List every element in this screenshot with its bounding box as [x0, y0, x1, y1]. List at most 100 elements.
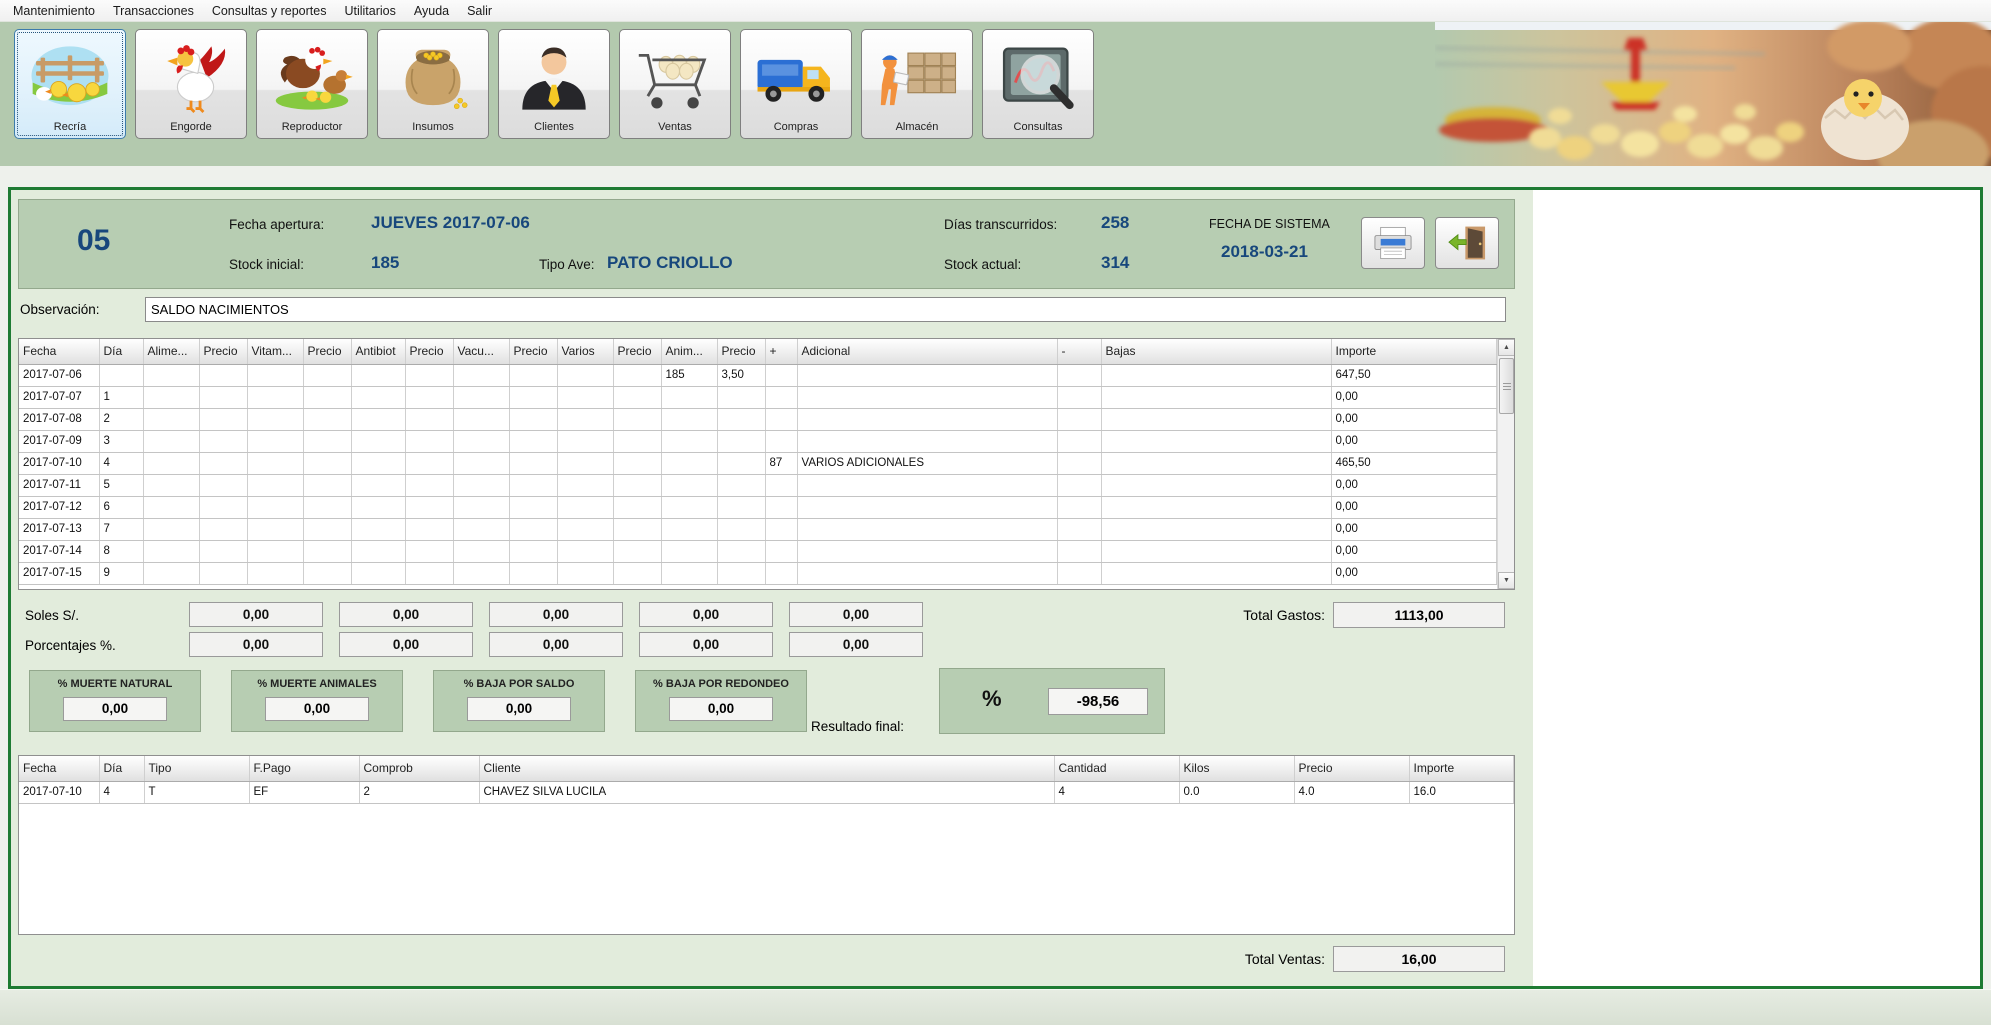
toolbar-button[interactable]: Reproductor	[256, 29, 368, 139]
column-header[interactable]: Alime...	[143, 339, 199, 364]
cell	[1057, 408, 1101, 430]
toolbar-button[interactable]: Insumos	[377, 29, 489, 139]
table-row[interactable]: 2017-07-104TEF2CHAVEZ SILVA LUCILA40.04.…	[19, 781, 1514, 803]
toolbar-button-label: Reproductor	[282, 121, 343, 133]
column-header[interactable]: Comprob	[359, 756, 479, 781]
cell	[1057, 562, 1101, 584]
cell	[247, 474, 303, 496]
column-header[interactable]: Cliente	[479, 756, 1054, 781]
total-ventas-label: Total Ventas:	[1131, 951, 1325, 967]
soles-value-box: 0,00	[789, 602, 923, 627]
toolbar-button[interactable]: Consultas	[982, 29, 1094, 139]
table-row[interactable]: 2017-07-1370,00	[19, 518, 1497, 540]
menu-item[interactable]: Transacciones	[104, 1, 203, 21]
percent-box-label: % MUERTE NATURAL	[30, 678, 200, 690]
table-row[interactable]: 2017-07-0930,00	[19, 430, 1497, 452]
column-header[interactable]: Precio	[717, 339, 765, 364]
column-header[interactable]: Importe	[1409, 756, 1514, 781]
table-row[interactable]: 2017-07-1150,00	[19, 474, 1497, 496]
column-header[interactable]: Importe	[1331, 339, 1497, 364]
porcentajes-values-row: 0,000,000,000,000,00	[189, 632, 923, 657]
cell: 0,00	[1331, 474, 1497, 496]
scroll-up-icon[interactable]: ▲	[1498, 339, 1515, 356]
cell	[797, 540, 1057, 562]
column-header[interactable]: Tipo	[144, 756, 249, 781]
percent-box: % MUERTE NATURAL 0,00	[29, 670, 201, 732]
cell	[797, 386, 1057, 408]
cell	[717, 474, 765, 496]
column-header[interactable]: Antibiot	[351, 339, 405, 364]
toolbar-button[interactable]: Almacén	[861, 29, 973, 139]
menu-item[interactable]: Mantenimiento	[4, 1, 104, 21]
column-header[interactable]: Precio	[1294, 756, 1409, 781]
toolbar-button[interactable]: Compras	[740, 29, 852, 139]
column-header[interactable]: F.Pago	[249, 756, 359, 781]
scrollbar-thumb[interactable]	[1499, 358, 1514, 414]
table-row[interactable]: 2017-07-0820,00	[19, 408, 1497, 430]
porcentaje-value-box: 0,00	[639, 632, 773, 657]
porcentaje-value-box: 0,00	[339, 632, 473, 657]
toolbar-button[interactable]: Ventas	[619, 29, 731, 139]
cell	[509, 474, 557, 496]
column-header[interactable]: Adicional	[797, 339, 1057, 364]
menu-item[interactable]: Ayuda	[405, 1, 458, 21]
cell	[1057, 496, 1101, 518]
expenses-table: FechaDíaAlime...PrecioVitam...PrecioAnti…	[19, 339, 1497, 585]
cell	[351, 364, 405, 386]
scroll-down-icon[interactable]: ▼	[1498, 572, 1515, 589]
observacion-input[interactable]: SALDO NACIMIENTOS	[145, 297, 1506, 322]
column-header[interactable]: Precio	[405, 339, 453, 364]
column-header[interactable]: Precio	[303, 339, 351, 364]
column-header[interactable]: Precio	[199, 339, 247, 364]
column-header[interactable]: Día	[99, 756, 144, 781]
menu-item[interactable]: Utilitarios	[335, 1, 404, 21]
column-header[interactable]: Anim...	[661, 339, 717, 364]
exit-button[interactable]	[1435, 217, 1499, 269]
cell: 8	[99, 540, 143, 562]
column-header[interactable]: Varios	[557, 339, 613, 364]
cell	[199, 496, 247, 518]
menu-item[interactable]: Consultas y reportes	[203, 1, 336, 21]
column-header[interactable]: Precio	[509, 339, 557, 364]
column-header[interactable]: Fecha	[19, 756, 99, 781]
cell	[303, 562, 351, 584]
table-row[interactable]: 2017-07-061853,50647,50	[19, 364, 1497, 386]
column-header[interactable]: Cantidad	[1054, 756, 1179, 781]
cell	[351, 452, 405, 474]
column-header[interactable]: Día	[99, 339, 143, 364]
toolbar-button[interactable]: Clientes	[498, 29, 610, 139]
column-header[interactable]: -	[1057, 339, 1101, 364]
cell	[247, 540, 303, 562]
cell	[1057, 430, 1101, 452]
cell	[1101, 364, 1331, 386]
column-header[interactable]: Vitam...	[247, 339, 303, 364]
cell: 4	[1054, 781, 1179, 803]
cell	[453, 452, 509, 474]
column-header[interactable]: Bajas	[1101, 339, 1331, 364]
toolbar-button-label: Ventas	[658, 121, 692, 133]
table-row[interactable]: 2017-07-1260,00	[19, 496, 1497, 518]
cell	[509, 540, 557, 562]
column-header[interactable]: Kilos	[1179, 756, 1294, 781]
table-row[interactable]: 2017-07-1480,00	[19, 540, 1497, 562]
column-header[interactable]: +	[765, 339, 797, 364]
column-header[interactable]: Fecha	[19, 339, 99, 364]
toolbar-button[interactable]: Recría	[14, 29, 126, 139]
percent-box-value: 0,00	[63, 697, 167, 721]
cell	[717, 540, 765, 562]
cell	[199, 430, 247, 452]
cell	[303, 408, 351, 430]
table-row[interactable]: 2017-07-0710,00	[19, 386, 1497, 408]
cell	[247, 496, 303, 518]
cell	[1057, 452, 1101, 474]
column-header[interactable]: Vacu...	[453, 339, 509, 364]
cell	[405, 408, 453, 430]
menu-item[interactable]: Salir	[458, 1, 501, 21]
table-row[interactable]: 2017-07-10487VARIOS ADICIONALES465,50	[19, 452, 1497, 474]
column-header[interactable]: Precio	[613, 339, 661, 364]
expenses-scrollbar[interactable]: ▲ ▼	[1497, 339, 1514, 589]
cell: VARIOS ADICIONALES	[797, 452, 1057, 474]
print-button[interactable]	[1361, 217, 1425, 269]
toolbar-button[interactable]: Engorde	[135, 29, 247, 139]
table-row[interactable]: 2017-07-1590,00	[19, 562, 1497, 584]
